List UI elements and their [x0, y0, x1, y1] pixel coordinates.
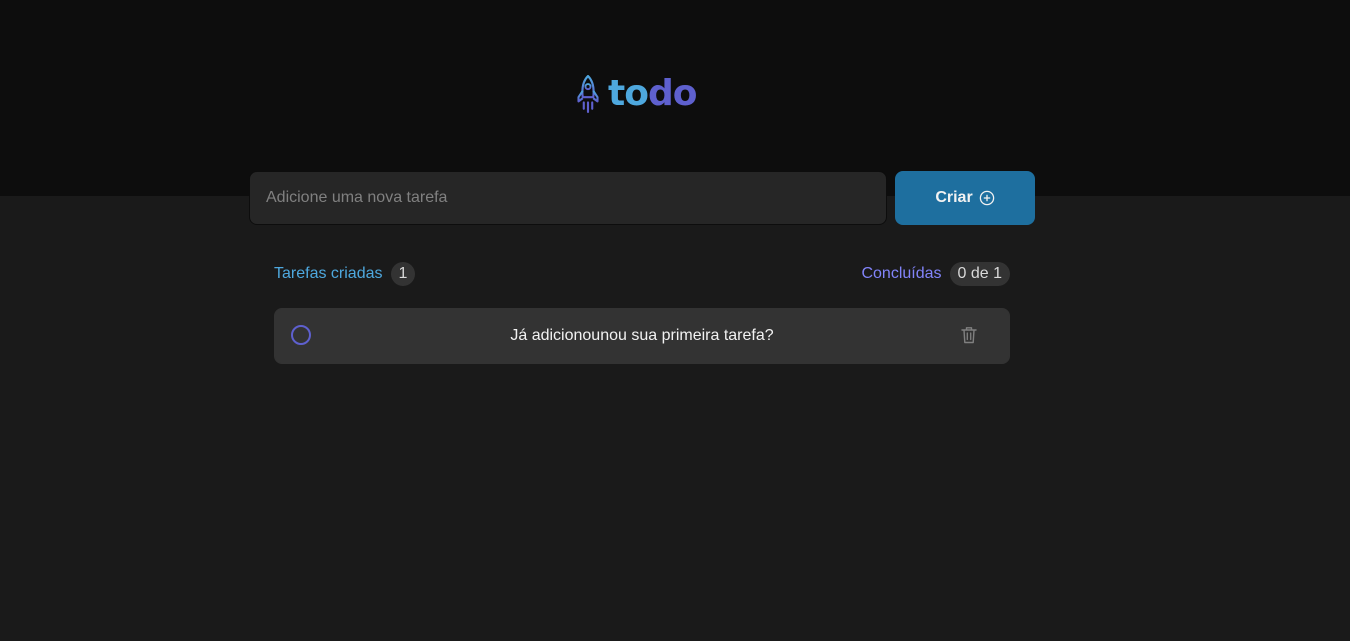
create-button[interactable]: Criar — [895, 171, 1035, 225]
task-item: Já adicionounou sua primeira tarefa? — [274, 308, 1010, 364]
logo-text: todo — [608, 72, 698, 116]
logo: todo — [576, 72, 698, 116]
create-button-label: Criar — [935, 189, 973, 206]
completed-tasks-counter: 0 de 1 — [949, 262, 1010, 286]
task-text: Já adicionounou sua primeira tarefa? — [510, 327, 774, 344]
header: todo — [0, 0, 1350, 196]
new-task-form: Criar — [249, 171, 1035, 225]
task-checkbox[interactable] — [291, 325, 311, 345]
plus-circle-icon — [979, 190, 994, 206]
completed-tasks-info: Concluídas 0 de 1 — [861, 262, 1010, 286]
delete-task-button[interactable] — [959, 325, 979, 345]
completed-tasks-label: Concluídas — [861, 265, 942, 282]
task-list: Já adicionounou sua primeira tarefa? — [274, 308, 1010, 364]
task-info-bar: Tarefas criadas 1 Concluídas 0 de 1 — [274, 262, 1010, 286]
new-task-input[interactable] — [249, 171, 887, 225]
created-tasks-counter: 1 — [390, 262, 416, 286]
rocket-icon — [577, 75, 599, 113]
logo-text-to: to — [608, 73, 649, 114]
trash-icon — [961, 327, 977, 344]
created-tasks-info: Tarefas criadas 1 — [274, 262, 416, 286]
logo-text-do: do — [647, 73, 698, 114]
created-tasks-label: Tarefas criadas — [274, 265, 383, 282]
